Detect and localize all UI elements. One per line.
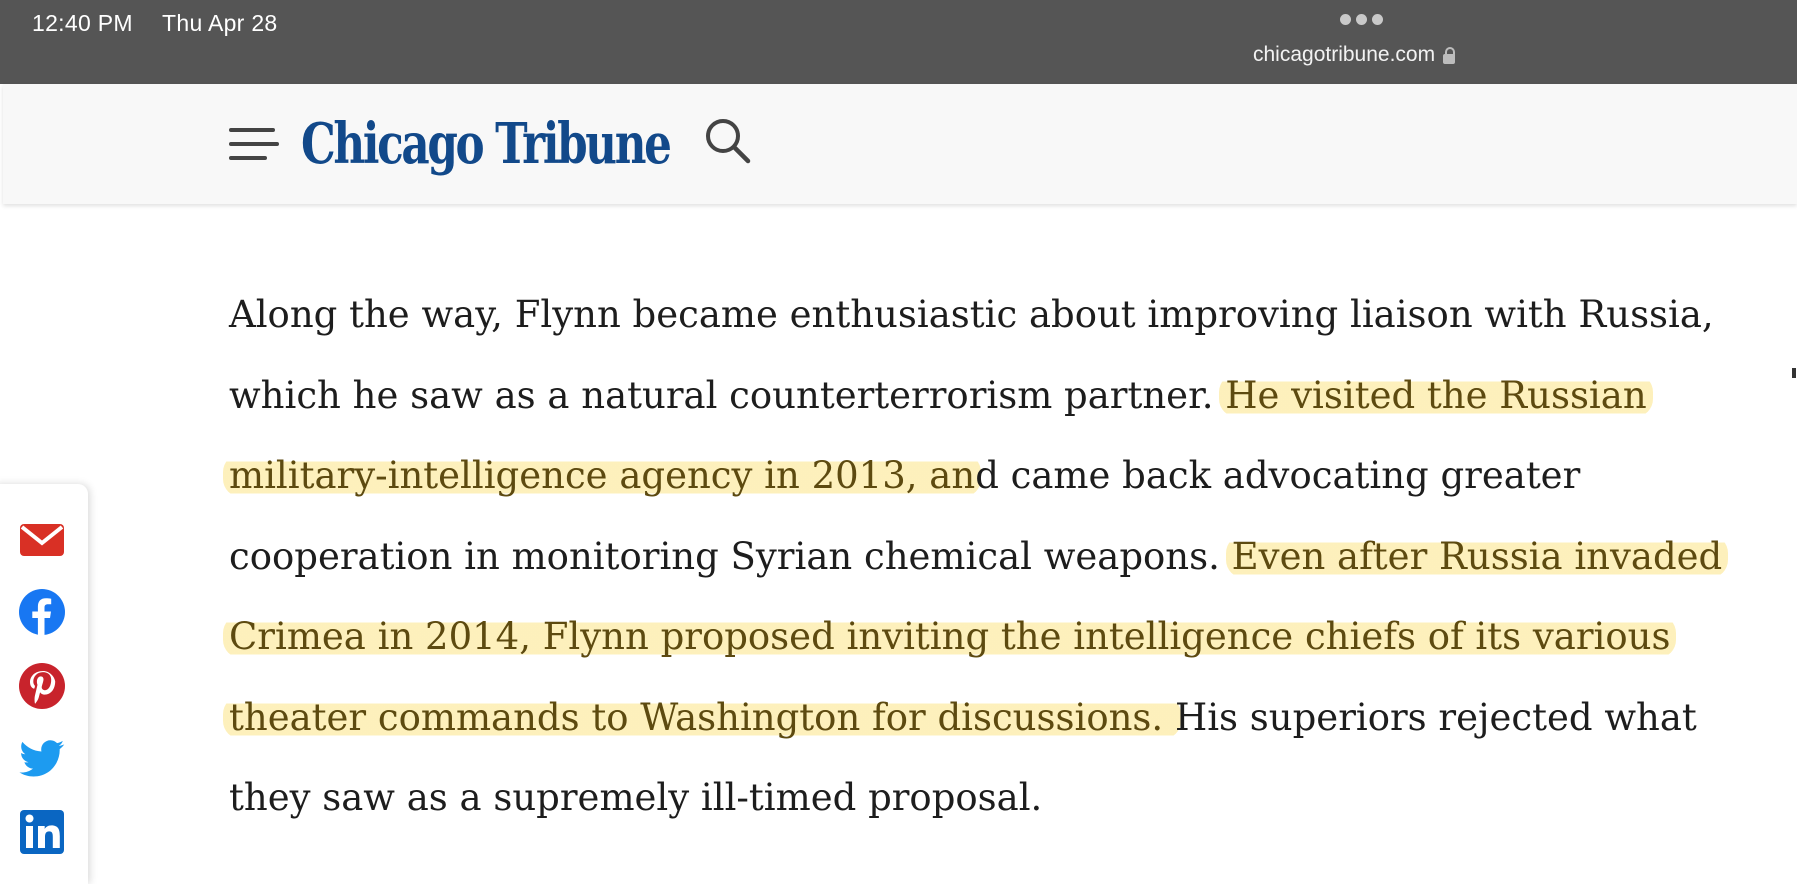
address-bar[interactable]: chicagotribune.com [1253, 43, 1456, 67]
lock-icon [1443, 46, 1456, 64]
site-header: Chicago Tribune [3, 84, 1797, 204]
chicago-tribune-logo[interactable]: Chicago Tribune [301, 104, 672, 184]
pinterest-icon[interactable] [18, 662, 66, 710]
article-paragraph: Along the way, Flynn became enthusiastic… [223, 275, 1749, 839]
twitter-icon[interactable] [18, 734, 66, 782]
url-text: chicagotribune.com [1253, 43, 1436, 66]
system-status-bar: 12:40 PM Thu Apr 28 chicagotribune.com [0, 0, 1797, 84]
facebook-icon[interactable] [18, 588, 66, 636]
linkedin-icon[interactable] [18, 808, 66, 856]
status-date: Thu Apr 28 [162, 10, 278, 36]
hamburger-menu-icon[interactable] [229, 122, 279, 166]
status-time: 12:40 PM [32, 10, 133, 36]
edge-marker [1792, 368, 1796, 378]
search-icon[interactable] [703, 116, 753, 166]
multitasking-dots-icon[interactable] [1340, 14, 1383, 25]
share-rail [0, 484, 88, 884]
email-icon[interactable] [18, 516, 66, 564]
article-body: Along the way, Flynn became enthusiastic… [223, 275, 1749, 839]
